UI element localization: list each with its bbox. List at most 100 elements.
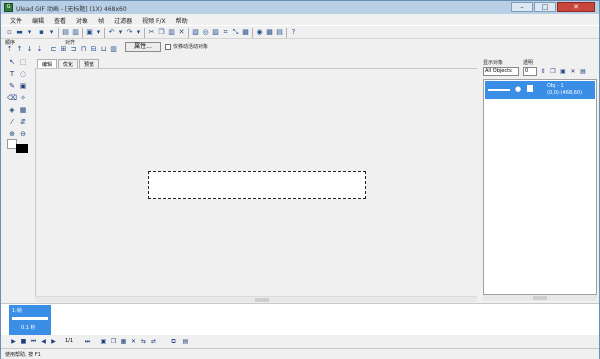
duplicate-frame-icon[interactable]: ▨	[211, 28, 220, 37]
print-icon[interactable]: ▤	[61, 28, 70, 37]
image-icon[interactable]: ▣	[85, 28, 94, 37]
pattern-tool-icon[interactable]: ▦	[18, 105, 28, 115]
object-properties-icon[interactable]: ▤	[579, 68, 587, 76]
list-icon[interactable]: ▤	[275, 28, 284, 37]
new-file-icon[interactable]: ▫	[5, 28, 14, 37]
tab-preview[interactable]: 预览	[79, 59, 100, 68]
grid-icon[interactable]: ▦	[265, 28, 274, 37]
previous-frame-icon[interactable]: ◀	[39, 337, 48, 346]
menu-view[interactable]: 查看	[49, 14, 71, 25]
menu-file[interactable]: 文件	[5, 14, 27, 25]
move-only-active-checkbox[interactable]	[165, 44, 171, 50]
measure-tool-icon[interactable]: ⇵	[18, 117, 28, 127]
send-backward-icon[interactable]: ↓	[25, 45, 34, 54]
lasso-tool-icon[interactable]: ◌	[18, 69, 28, 79]
menu-edit[interactable]: 编辑	[27, 14, 49, 25]
cut-icon[interactable]: ✂	[147, 28, 156, 37]
image-tool-icon[interactable]: ▣	[18, 81, 28, 91]
scrollbar-thumb[interactable]	[533, 296, 547, 300]
tab-edit[interactable]: 编辑	[37, 59, 58, 68]
menu-video-fx[interactable]: 视频 F/X	[137, 14, 171, 25]
open-dropdown-icon[interactable]: ▾	[25, 28, 34, 37]
menu-frame[interactable]: 帧	[93, 14, 109, 25]
zoom-in-tool-icon[interactable]: ⊕	[7, 129, 17, 139]
foreground-color-swatch[interactable]	[16, 144, 28, 153]
duplicate-frame-icon[interactable]: ❐	[109, 337, 118, 346]
first-frame-icon[interactable]: ⏮	[29, 337, 38, 346]
undo-icon[interactable]: ↶	[107, 28, 116, 37]
browser-preview-icon[interactable]: ◉	[255, 28, 264, 37]
eyedropper-tool-icon[interactable]: ⁄	[7, 117, 17, 127]
save-dropdown-icon[interactable]: ▾	[47, 28, 56, 37]
align-center-icon[interactable]: ⊞	[59, 45, 68, 54]
minimize-button[interactable]: –	[511, 2, 533, 12]
tween-icon[interactable]: ▦	[119, 337, 128, 346]
crop-icon[interactable]: ⌗	[221, 28, 230, 37]
save-icon[interactable]: ▪	[37, 28, 46, 37]
open-folder-icon[interactable]: ▬	[15, 28, 24, 37]
text-tool-icon[interactable]: T	[7, 69, 17, 79]
delete-icon[interactable]: ✕	[177, 28, 186, 37]
scrollbar-thumb[interactable]	[255, 298, 269, 302]
pick-tool-icon[interactable]: ↖	[7, 57, 17, 67]
align-bottom-icon[interactable]: ⊔	[99, 45, 108, 54]
delete-frame-icon[interactable]: ✕	[129, 337, 138, 346]
horizontal-scrollbar[interactable]	[35, 296, 477, 302]
bring-front-icon[interactable]: ⇡	[5, 45, 14, 54]
opacity-slider-icon[interactable]: ⇕	[539, 68, 547, 76]
close-button[interactable]: ✕	[557, 2, 595, 12]
brush-tool-icon[interactable]: ✎	[7, 81, 17, 91]
help-icon[interactable]: ?	[289, 28, 298, 37]
add-frame-icon[interactable]: ▣	[99, 337, 108, 346]
redo-icon[interactable]: ↷	[125, 28, 134, 37]
last-frame-icon[interactable]: ⏭	[83, 337, 92, 346]
menu-filter[interactable]: 过滤器	[109, 14, 137, 25]
title-bar[interactable]: G Ulead GIF 动画 - [无标题] (1X) 468x60 – □ ✕	[1, 1, 599, 14]
fill-tool-icon[interactable]: ◈	[7, 105, 17, 115]
align-left-icon[interactable]: ⊏	[49, 45, 58, 54]
frame-thumbnail[interactable]: 1:帧 0.1 秒	[9, 305, 51, 335]
fit-icon[interactable]: ▦	[241, 28, 250, 37]
workspace[interactable]	[35, 68, 477, 296]
undo-dropdown-icon[interactable]: ▾	[116, 28, 125, 37]
redo-dropdown-icon[interactable]: ▾	[134, 28, 143, 37]
add-frame-icon[interactable]: ◎	[201, 28, 210, 37]
send-back-icon[interactable]: ⇣	[35, 45, 44, 54]
duplicate-object-icon[interactable]: ❐	[549, 68, 557, 76]
next-frame-icon[interactable]: ▶	[49, 337, 58, 346]
delete-object-icon[interactable]: ✕	[569, 68, 577, 76]
distribute-icon[interactable]: ▥	[109, 45, 118, 54]
eraser-tool-icon[interactable]: ⌫	[7, 93, 17, 103]
paste-icon[interactable]: ▥	[167, 28, 176, 37]
reverse-frames-icon[interactable]: ⇄	[149, 337, 158, 346]
properties-button[interactable]: 属性...	[125, 42, 161, 52]
stop-icon[interactable]: ■	[19, 337, 28, 346]
resize-icon[interactable]: ⤡	[231, 28, 240, 37]
export-icon[interactable]: ▥	[71, 28, 80, 37]
image-dropdown-icon[interactable]: ▾	[94, 28, 103, 37]
visibility-eye-icon[interactable]: ●	[515, 85, 523, 93]
align-middle-icon[interactable]: ⊟	[89, 45, 98, 54]
align-right-icon[interactable]: ⊐	[69, 45, 78, 54]
bring-forward-icon[interactable]: ↑	[15, 45, 24, 54]
banner-text-icon[interactable]: ▤	[181, 337, 190, 346]
opacity-input[interactable]: 0	[523, 67, 537, 76]
object-filter-select[interactable]: All Objects	[483, 67, 519, 76]
play-icon[interactable]: ▶	[9, 337, 18, 346]
magic-wand-tool-icon[interactable]: ✧	[18, 93, 28, 103]
frame-properties-icon[interactable]: ▧	[191, 28, 200, 37]
lock-toggle-icon[interactable]	[527, 85, 533, 92]
menu-object[interactable]: 对象	[71, 14, 93, 25]
menu-help[interactable]: 帮助	[171, 14, 193, 25]
copy-icon[interactable]: ❐	[157, 28, 166, 37]
align-top-icon[interactable]: ⊓	[79, 45, 88, 54]
link-icon[interactable]: ⧉	[169, 337, 178, 346]
object-list-item[interactable]: ● Obj - 1 (0,0)-(468,60)	[485, 81, 595, 99]
object-list-scrollbar[interactable]	[483, 295, 597, 301]
frame-properties-icon[interactable]: ⇆	[139, 337, 148, 346]
zoom-out-tool-icon[interactable]: ⊖	[18, 129, 28, 139]
marquee-tool-icon[interactable]: ⬚	[18, 57, 28, 67]
tab-optimize[interactable]: 优化	[58, 59, 79, 68]
maximize-button[interactable]: □	[534, 2, 556, 12]
merge-objects-icon[interactable]: ▣	[559, 68, 567, 76]
